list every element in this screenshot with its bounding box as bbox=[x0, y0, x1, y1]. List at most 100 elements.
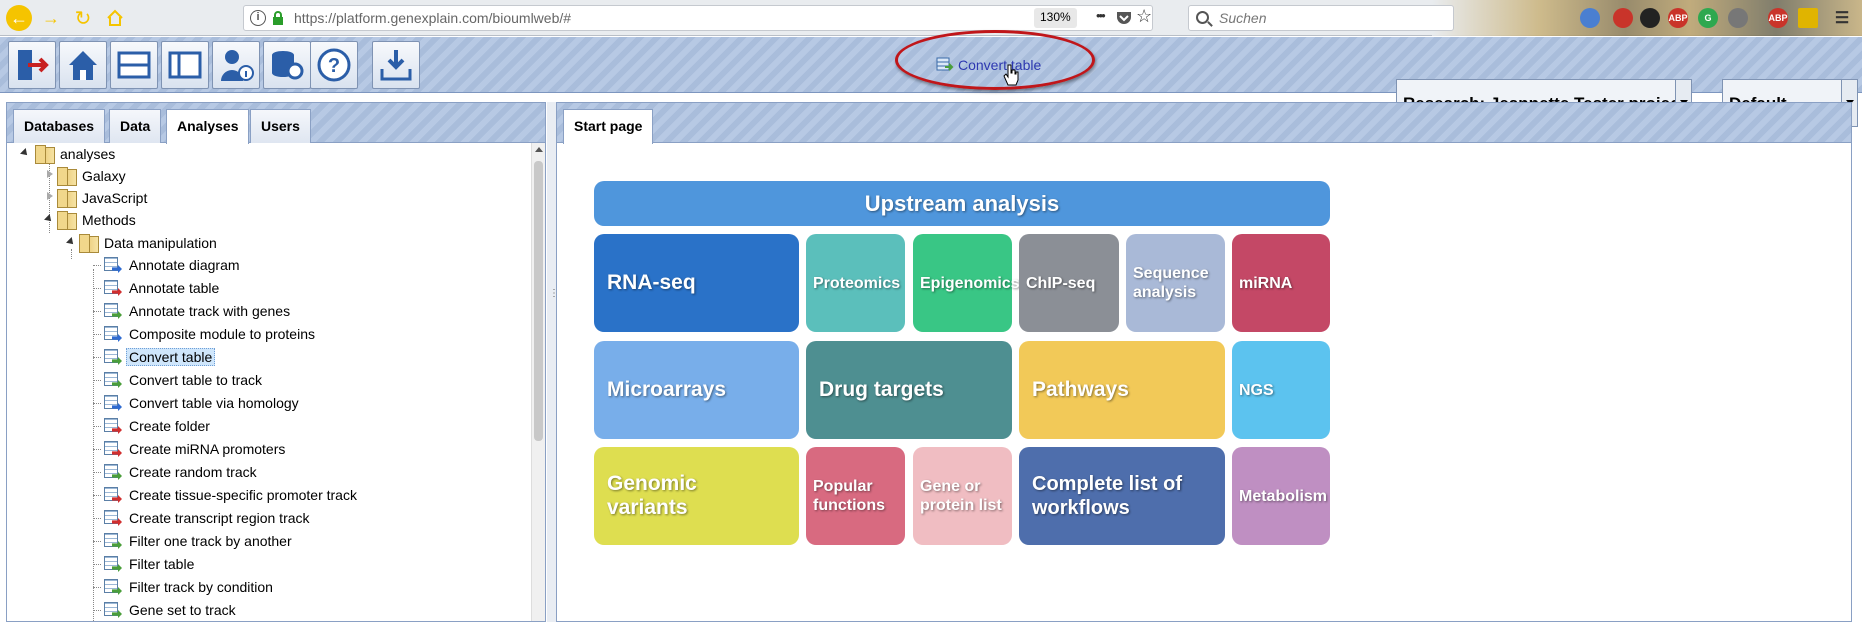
tree-folder-galaxy[interactable]: Galaxy bbox=[57, 165, 129, 187]
tree-folder-methods[interactable]: Methods bbox=[57, 209, 139, 231]
filter-track-icon bbox=[103, 532, 123, 550]
browser-toolbar: ← → ↻ i https://platform.genexplain.com/… bbox=[0, 0, 1862, 36]
tree-expand-toggle[interactable] bbox=[45, 192, 54, 201]
tree-label: Composite module to proteins bbox=[129, 326, 315, 342]
tree-item-create-tissue-specific-promoter-track[interactable]: Create tissue-specific promoter track bbox=[103, 484, 360, 506]
tree-label: Create miRNA promoters bbox=[129, 441, 286, 457]
tree-item-create-mirna-promoters[interactable]: Create miRNA promoters bbox=[103, 438, 288, 460]
forward-icon[interactable]: → bbox=[38, 5, 64, 31]
tile-chip-seq[interactable]: ChIP-seq bbox=[1019, 234, 1119, 332]
tile-gene-or-protein-list[interactable]: Gene or protein list bbox=[913, 447, 1012, 545]
hamburger-menu-icon[interactable]: ☰ bbox=[1832, 8, 1852, 28]
tab-analyses[interactable]: Analyses bbox=[166, 109, 250, 144]
tree-label: Annotate table bbox=[129, 280, 220, 296]
tree-label: Galaxy bbox=[82, 168, 126, 184]
tab-databases[interactable]: Databases bbox=[13, 109, 106, 143]
search-placeholder: Suchen bbox=[1219, 10, 1267, 26]
reload-icon[interactable]: ↻ bbox=[70, 5, 96, 31]
tree-item-create-transcript-region-track[interactable]: Create transcript region track bbox=[103, 507, 313, 529]
tile-mirna[interactable]: miRNA bbox=[1232, 234, 1330, 332]
layout-sidebar-button[interactable] bbox=[161, 41, 209, 89]
tree-item-filter-one-track-by-another[interactable]: Filter one track by another bbox=[103, 530, 295, 552]
tree-label: JavaScript bbox=[82, 190, 148, 206]
tile-upstream-analysis[interactable]: Upstream analysis bbox=[594, 181, 1330, 226]
tree-guide bbox=[93, 472, 101, 473]
tree-expand-toggle[interactable] bbox=[45, 215, 54, 224]
tree-item-convert-table-to-track[interactable]: Convert table to track bbox=[103, 369, 265, 391]
back-icon[interactable]: ← bbox=[6, 5, 32, 31]
tile-genomic-variants[interactable]: Genomic variants bbox=[594, 447, 799, 545]
url-text[interactable]: https://platform.genexplain.com/bioumlwe… bbox=[294, 10, 571, 26]
pocket-icon[interactable] bbox=[1116, 11, 1132, 25]
tab-users[interactable]: Users bbox=[250, 109, 311, 143]
tab-data[interactable]: Data bbox=[109, 109, 162, 143]
search-field[interactable]: Suchen bbox=[1188, 5, 1454, 31]
tree-folder-analyses[interactable]: analyses bbox=[35, 143, 118, 165]
logout-button[interactable] bbox=[8, 41, 56, 89]
extension-icon-2[interactable] bbox=[1640, 8, 1660, 28]
library-icon[interactable] bbox=[1613, 8, 1633, 28]
user-info-button[interactable] bbox=[212, 41, 260, 89]
adblock-icon[interactable]: ABP bbox=[1668, 8, 1688, 28]
tile-microarrays[interactable]: Microarrays bbox=[594, 341, 799, 439]
extension-g-icon[interactable]: G bbox=[1698, 8, 1718, 28]
tile-drug-targets[interactable]: Drug targets bbox=[806, 341, 1012, 439]
tree-guide bbox=[93, 587, 101, 588]
import-button[interactable] bbox=[372, 41, 420, 89]
panel-splitter[interactable]: ⋮ bbox=[547, 102, 559, 622]
user-info-icon bbox=[221, 50, 254, 81]
highlight-annotation bbox=[895, 30, 1095, 90]
tree-expand-toggle[interactable] bbox=[67, 238, 76, 247]
eye-icon[interactable] bbox=[1728, 8, 1748, 28]
transcript-region-icon bbox=[103, 509, 123, 527]
annotate-track-icon bbox=[103, 302, 123, 320]
tree-item-create-random-track[interactable]: Create random track bbox=[103, 461, 260, 483]
home-icon[interactable] bbox=[102, 5, 128, 31]
site-info-icon[interactable]: i bbox=[250, 10, 266, 26]
tree-scrollbar[interactable] bbox=[531, 143, 545, 621]
zoom-indicator[interactable]: 130% bbox=[1034, 8, 1077, 28]
tile-pathways[interactable]: Pathways bbox=[1019, 341, 1225, 439]
tree-item-annotate-table[interactable]: Annotate table bbox=[103, 277, 222, 299]
tree-item-create-folder[interactable]: Create folder bbox=[103, 415, 213, 437]
tree-guide bbox=[93, 426, 101, 427]
tile-complete-list-of-workflows[interactable]: Complete list of workflows bbox=[1019, 447, 1225, 545]
tree-label: Create random track bbox=[129, 464, 257, 480]
tab-start-page[interactable]: Start page bbox=[563, 109, 654, 144]
extension-icon-1[interactable] bbox=[1580, 8, 1600, 28]
tree-item-annotate-diagram[interactable]: Annotate diagram bbox=[103, 254, 243, 276]
tree-folder-data-manipulation[interactable]: Data manipulation bbox=[79, 232, 220, 254]
tree-expand-toggle[interactable] bbox=[21, 149, 30, 158]
tile-epigenomics[interactable]: Epigenomics bbox=[913, 234, 1020, 332]
database-settings-button[interactable] bbox=[263, 41, 311, 89]
adblock-plus-icon[interactable]: ABP bbox=[1768, 8, 1788, 28]
page-actions-icon[interactable]: ••• bbox=[1096, 8, 1106, 23]
help-button[interactable]: ? bbox=[310, 41, 358, 89]
tile-metabolism[interactable]: Metabolism bbox=[1232, 447, 1330, 545]
tile-sequence-analysis[interactable]: Sequence analysis bbox=[1126, 234, 1225, 332]
tree-item-composite-module-to-proteins[interactable]: Composite module to proteins bbox=[103, 323, 318, 345]
tree-item-filter-table[interactable]: Filter table bbox=[103, 553, 197, 575]
tree-item-filter-track-by-condition[interactable]: Filter track by condition bbox=[103, 576, 276, 598]
tree-expand-toggle[interactable] bbox=[45, 170, 54, 179]
bookmark-star-icon[interactable]: ☆ bbox=[1136, 6, 1152, 27]
tree-item-convert-table-via-homology[interactable]: Convert table via homology bbox=[103, 392, 302, 414]
tree-item-gene-set-to-track[interactable]: Gene set to track bbox=[103, 599, 239, 621]
tree-guide bbox=[93, 541, 101, 542]
tree-item-annotate-track-with-genes[interactable]: Annotate track with genes bbox=[103, 300, 293, 322]
address-bar[interactable]: i https://platform.genexplain.com/biouml… bbox=[243, 5, 1153, 31]
home-button[interactable] bbox=[59, 41, 107, 89]
tile-popular-functions[interactable]: Popular functions bbox=[806, 447, 905, 545]
tree-folder-javascript[interactable]: JavaScript bbox=[57, 187, 150, 209]
tile-rna-seq[interactable]: RNA-seq bbox=[594, 234, 799, 332]
scrollbar-thumb[interactable] bbox=[534, 161, 543, 441]
tree-item-convert-table[interactable]: Convert table bbox=[103, 346, 216, 368]
sidebar-icon[interactable] bbox=[1798, 8, 1818, 28]
layout-split-button[interactable] bbox=[110, 41, 158, 89]
tissue-promoter-icon bbox=[103, 486, 123, 504]
tile-proteomics[interactable]: Proteomics bbox=[806, 234, 905, 332]
scroll-up-arrow-icon[interactable] bbox=[535, 147, 543, 152]
tree-guide bbox=[71, 249, 72, 259]
tile-ngs[interactable]: NGS bbox=[1232, 341, 1330, 439]
tree-guide bbox=[93, 403, 101, 404]
